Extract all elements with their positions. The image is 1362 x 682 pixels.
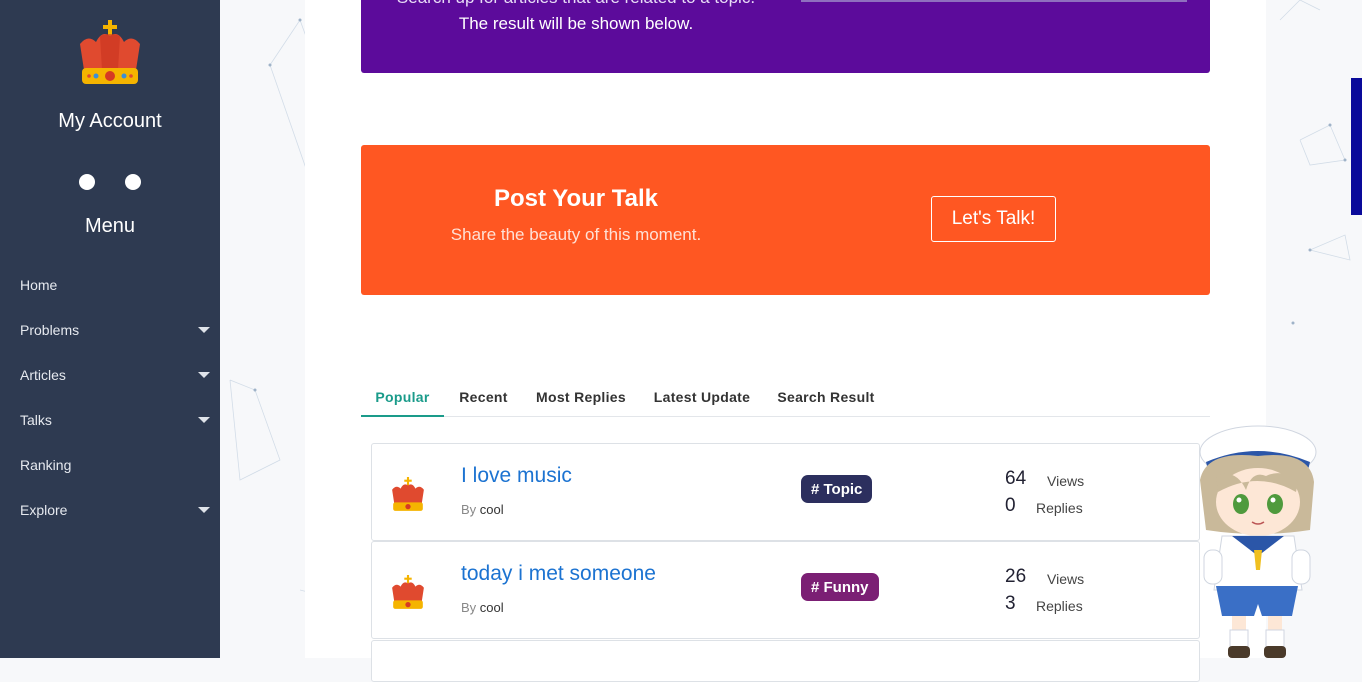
post-author[interactable]: cool [480, 600, 504, 615]
sidebar-item-label: Articles [20, 366, 66, 383]
search-banner: Search up for articles that are related … [361, 0, 1210, 73]
by-label: By [461, 502, 477, 517]
by-label: By [461, 600, 477, 615]
my-account-title[interactable]: My Account [0, 110, 220, 133]
search-banner-line2: The result will be shown below. [458, 14, 694, 33]
tab-popular[interactable]: Popular [361, 378, 444, 417]
dot-icon [79, 174, 95, 190]
post-tabs: Popular Recent Most Replies Latest Updat… [361, 378, 1210, 417]
post-byline: By cool [461, 600, 504, 615]
dot-icon [125, 174, 141, 190]
sidebar-item-talks[interactable]: Talks [0, 397, 220, 442]
post-card[interactable]: today i met someone By cool # Funny 26 V… [371, 541, 1200, 639]
replies-count: 0 [1005, 495, 1016, 516]
menu-dots [79, 174, 141, 190]
tab-latest-update[interactable]: Latest Update [648, 378, 756, 416]
caret-down-icon [198, 327, 210, 333]
post-card[interactable] [371, 640, 1200, 682]
post-talk-title: Post Your Talk [493, 185, 659, 212]
sidebar-item-label: Problems [20, 321, 80, 338]
sidebar-item-label: Explore [20, 501, 68, 518]
post-card[interactable]: I love music By cool # Topic 64 Views 0 … [371, 443, 1200, 541]
post-tag-badge[interactable]: # Topic [801, 475, 873, 503]
mascot-character[interactable] [1186, 420, 1326, 658]
sidebar-item-label: Ranking [20, 456, 72, 473]
lets-talk-button[interactable]: Let's Talk! [931, 196, 1056, 242]
sidebar: My Account Menu Home Problems Articles T… [0, 0, 220, 658]
sidebar-item-problems[interactable]: Problems [0, 307, 220, 352]
sidebar-item-label: Home [20, 276, 58, 293]
caret-down-icon [198, 417, 210, 423]
menu-title: Menu [84, 215, 136, 237]
replies-label: Replies [1036, 500, 1083, 516]
tab-recent[interactable]: Recent [451, 378, 516, 416]
caret-down-icon [198, 507, 210, 513]
post-author[interactable]: cool [480, 502, 504, 517]
post-byline: By cool [461, 502, 504, 517]
caret-down-icon [198, 372, 210, 378]
post-talk-subtitle: Share the beauty of this moment. [450, 225, 702, 244]
crown-avatar-icon [392, 575, 424, 609]
views-count: 64 [1005, 468, 1027, 489]
crown-logo-icon[interactable] [76, 20, 144, 88]
tab-search-result[interactable]: Search Result [773, 378, 879, 416]
crown-avatar-icon [392, 477, 424, 511]
replies-label: Replies [1036, 598, 1083, 614]
views-label: Views [1047, 473, 1085, 489]
post-talk-banner: Post Your Talk Share the beauty of this … [361, 145, 1210, 295]
sidebar-item-explore[interactable]: Explore [0, 487, 220, 532]
sidebar-item-home[interactable]: Home [0, 262, 220, 307]
search-banner-line1: Search up for articles that are related … [361, 0, 791, 8]
post-tag-badge[interactable]: # Funny [801, 573, 879, 601]
tab-most-replies[interactable]: Most Replies [531, 378, 631, 416]
post-title-link[interactable]: today i met someone [461, 562, 656, 586]
search-input-underline[interactable] [801, 0, 1187, 2]
side-widget-edge[interactable] [1351, 78, 1362, 215]
post-title-link[interactable]: I love music [461, 464, 572, 488]
sidebar-item-ranking[interactable]: Ranking [0, 442, 220, 487]
views-label: Views [1047, 571, 1085, 587]
replies-count: 3 [1005, 593, 1016, 614]
sidebar-nav: Home Problems Articles Talks Ranking Exp… [0, 262, 220, 532]
sidebar-item-articles[interactable]: Articles [0, 352, 220, 397]
views-count: 26 [1005, 566, 1027, 587]
sidebar-item-label: Talks [20, 411, 52, 428]
